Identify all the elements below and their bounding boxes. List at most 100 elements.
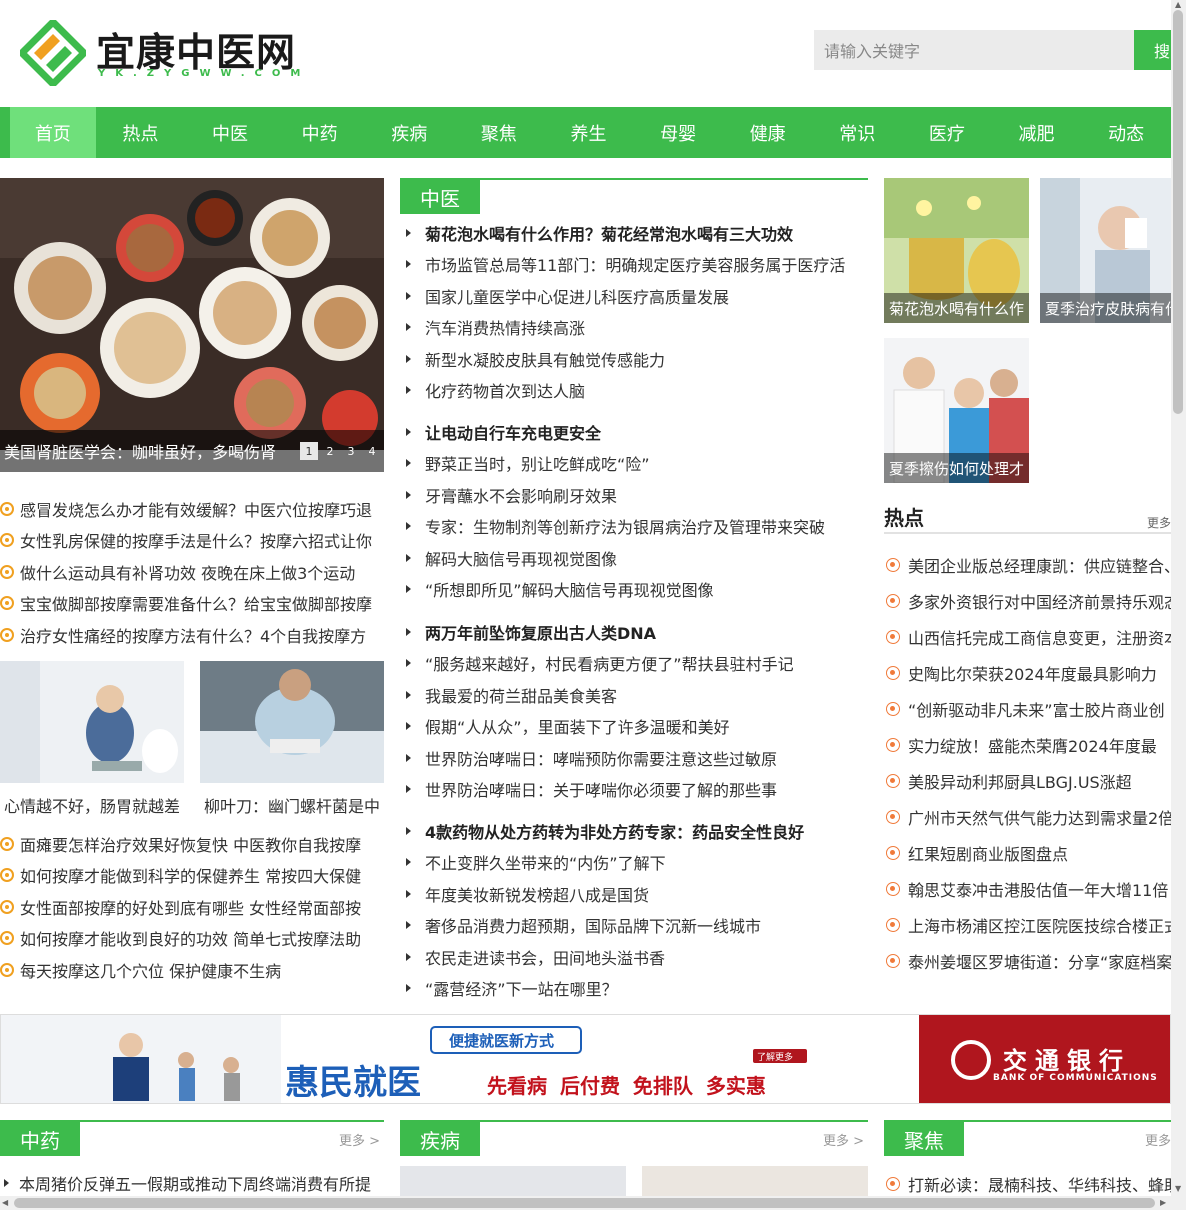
nav-item-news[interactable]: 动态 (1081, 107, 1171, 158)
slider-dot-2[interactable]: 2 (321, 442, 339, 460)
focus-section-header: 聚焦 更多 (884, 1120, 1171, 1156)
list-item[interactable]: 不止变胖久坐带来的“内伤”了解下 (400, 847, 860, 879)
scroll-right-icon[interactable]: ▶ (1160, 1198, 1166, 1207)
list-item[interactable]: 野菜正当时，别让吃鲜成吃“险” (400, 448, 860, 480)
list-item[interactable]: 翰思艾泰冲击港股估值一年大增11倍 (884, 871, 1171, 907)
bank-banner-ad[interactable]: 便捷就医新方式 惠民就医 先看病 后付费 免排队 多实惠 了解更多 交通银行 B… (0, 1014, 1171, 1104)
featured-slider-image[interactable] (0, 178, 384, 450)
slider-dot-4[interactable]: 4 (363, 442, 381, 460)
list-item[interactable]: 治疗女性痛经的按摩方法有什么？4个自我按摩方 (0, 619, 384, 651)
disease-more-link[interactable]: 更多 > (823, 1130, 864, 1149)
list-item[interactable]: 化疗药物首次到达人脑 (400, 375, 860, 407)
nav-item-disease[interactable]: 疾病 (364, 107, 454, 158)
thumb-hpylori-image[interactable] (200, 661, 384, 783)
site-logo[interactable]: 宜康中医网 YK.ZYGWW.COM (20, 20, 300, 86)
disease-section-tag[interactable]: 疾病 (400, 1122, 480, 1156)
disease-thumb-image[interactable] (400, 1166, 626, 1196)
focus-more-link[interactable]: 更多 (1145, 1130, 1171, 1149)
list-item[interactable]: 专家：生物制剂等创新疗法为银屑病治疗及管理带来突破 (400, 511, 860, 543)
bullet-icon (886, 810, 900, 824)
list-item[interactable]: 泰州姜堰区罗塘街道：分享“家庭档案 (884, 943, 1171, 979)
list-item[interactable]: 让电动自行车充电更安全 (400, 416, 860, 448)
list-item[interactable]: 做什么运动具有补肾功效 夜晚在床上做3个运动 (0, 556, 384, 588)
search-button[interactable]: 搜 (1134, 30, 1174, 70)
right-thumb-skin[interactable]: 夏季治疗皮肤病有什 (1040, 178, 1171, 323)
list-item[interactable]: 奢侈品消费力超预期，国际品牌下沉新一线城市 (400, 910, 860, 942)
focus-section-tag[interactable]: 聚焦 (884, 1122, 964, 1156)
list-item[interactable]: 市场监管总局等11部门：明确规定医疗美容服务属于医疗活 (400, 249, 860, 281)
list-item[interactable]: 实力绽放！盛能杰荣膺2024年度最 (884, 727, 1171, 763)
list-item[interactable]: “服务越来越好，村民看病更方便了”帮扶县驻村手记 (400, 648, 860, 680)
vertical-scrollbar-thumb[interactable] (1173, 10, 1183, 414)
list-item[interactable]: 感冒发烧怎么办才能有效缓解？中医穴位按摩巧退 (0, 493, 384, 525)
nav-item-knowledge[interactable]: 常识 (813, 107, 903, 158)
list-item[interactable]: 美股异动利邦厨具LBGJ.US涨超 (884, 763, 1171, 799)
list-item[interactable]: 史陶比尔荣获2024年度最具影响力 (884, 655, 1171, 691)
nav-item-hot[interactable]: 热点 (96, 107, 186, 158)
list-item[interactable]: 新型水凝胶皮肤具有触觉传感能力 (400, 343, 860, 375)
nav-item-tcm[interactable]: 中医 (185, 107, 275, 158)
thumb-caption[interactable]: 柳叶刀：幽门螺杆菌是中 (204, 793, 384, 817)
list-item[interactable]: 本周猪价反弹五一假期或推动下周终端消费有所提 (0, 1171, 384, 1195)
list-item[interactable]: 女性面部按摩的好处到底有哪些 女性经常面部按 (0, 891, 384, 923)
nav-item-herbs[interactable]: 中药 (275, 107, 365, 158)
list-item[interactable]: “露营经济”下一站在哪里？ (400, 973, 860, 1005)
list-item[interactable]: 我最爱的荷兰甜品美食美客 (400, 679, 860, 711)
list-item[interactable]: 美团企业版总经理康凯：供应链整合、 (884, 547, 1171, 583)
right-thumb-chrysanthemum[interactable]: 菊花泡水喝有什么作 (884, 178, 1029, 323)
list-item[interactable]: 解码大脑信号再现视觉图像 (400, 542, 860, 574)
list-item[interactable]: 广州市天然气供气能力达到需求量2倍 (884, 799, 1171, 835)
list-item[interactable]: 4款药物从处方药转为非处方药专家：药品安全性良好 (400, 815, 860, 847)
slider-caption[interactable]: 美国肾脏医学会：咖啡虽好，多喝伤肾 (0, 439, 300, 463)
right-thumb-abrasion[interactable]: 夏季擦伤如何处理才 (884, 338, 1029, 483)
nav-item-health[interactable]: 健康 (723, 107, 813, 158)
list-item[interactable]: “创新驱动非凡未来”富士胶片商业创 (884, 691, 1171, 727)
list-item[interactable]: 假期“人从众”，里面装下了许多温暖和美好 (400, 711, 860, 743)
scroll-left-icon[interactable]: ◀ (2, 1198, 8, 1207)
list-item[interactable]: 如何按摩才能收到良好的功效 简单七式按摩法助 (0, 923, 384, 955)
nav-item-focus[interactable]: 聚焦 (454, 107, 544, 158)
tcm-section-tag[interactable]: 中医 (400, 180, 480, 214)
list-item[interactable]: 面瘫要怎样治疗效果好恢复快 中医教你自我按摩 (0, 828, 384, 860)
list-item[interactable]: 年度美妆新锐发榜超八成是国货 (400, 878, 860, 910)
arrow-icon (406, 228, 411, 237)
bullet-icon (0, 533, 14, 548)
herbs-more-link[interactable]: 更多 > (339, 1130, 380, 1149)
nav-item-wellness[interactable]: 养生 (544, 107, 634, 158)
list-item[interactable]: 女性乳房保健的按摩手法是什么？按摩六招式让你 (0, 525, 384, 557)
banner-learn-more[interactable]: 了解更多 (757, 1050, 793, 1063)
list-item[interactable]: 打新必读：晟楠科技、华纬科技、蜂助 (884, 1172, 1171, 1196)
list-item[interactable]: 如何按摩才能做到科学的保健养生 常按四大保健 (0, 860, 384, 892)
list-item[interactable]: 宝宝做脚部按摩需要准备什么？给宝宝做脚部按摩 (0, 588, 384, 620)
thumb-stomach-image[interactable] (0, 661, 184, 783)
list-item[interactable]: 菊花泡水喝有什么作用？菊花经常泡水喝有三大功效 (400, 217, 860, 249)
hot-more-link[interactable]: 更多 (1147, 514, 1171, 531)
list-item[interactable]: 世界防治哮喘日：关于哮喘你必须要了解的那些事 (400, 774, 860, 806)
herbs-section-tag[interactable]: 中药 (0, 1122, 80, 1156)
nav-item-maternal[interactable]: 母婴 (633, 107, 723, 158)
scroll-up-icon[interactable]: ▲ (1175, 0, 1181, 9)
slider-dot-1[interactable]: 1 (300, 442, 318, 460)
list-item[interactable]: 多家外资银行对中国经济前景持乐观态 (884, 583, 1171, 619)
list-item[interactable]: 牙膏蘸水不会影响刷牙效果 (400, 479, 860, 511)
horizontal-scrollbar-thumb[interactable] (14, 1198, 1155, 1208)
list-item[interactable]: 两万年前坠饰复原出古人类DNA (400, 616, 860, 648)
list-item[interactable]: 红果短剧商业版图盘点 (884, 835, 1171, 871)
nav-item-home[interactable]: 首页 (10, 107, 96, 158)
list-item[interactable]: 世界防治哮喘日：哮喘预防你需要注意这些过敏原 (400, 742, 860, 774)
search-input[interactable]: 请输入关键字 (814, 30, 1134, 70)
list-item[interactable]: 上海市杨浦区控江医院医技综合楼正式 (884, 907, 1171, 943)
list-item[interactable]: 农民走进读书会，田间地头溢书香 (400, 941, 860, 973)
disease-thumb-image[interactable] (642, 1166, 868, 1196)
list-item[interactable]: 每天按摩这几个穴位 保护健康不生病 (0, 954, 384, 986)
slider-dot-3[interactable]: 3 (342, 442, 360, 460)
list-item[interactable]: 国家儿童医学中心促进儿科医疗高质量发展 (400, 280, 860, 312)
list-item[interactable]: “所想即所见”解码大脑信号再现视觉图像 (400, 574, 860, 606)
nav-item-diet[interactable]: 减肥 (992, 107, 1082, 158)
nav-item-medical[interactable]: 医疗 (902, 107, 992, 158)
list-item[interactable]: 山西信托完成工商信息变更，注册资本 (884, 619, 1171, 655)
thumb-caption[interactable]: 心情越不好，肠胃就越差 (4, 793, 184, 817)
coffee-cups-image (0, 178, 384, 450)
scroll-down-icon[interactable]: ▼ (1175, 1184, 1181, 1193)
list-item[interactable]: 汽车消费热情持续高涨 (400, 312, 860, 344)
